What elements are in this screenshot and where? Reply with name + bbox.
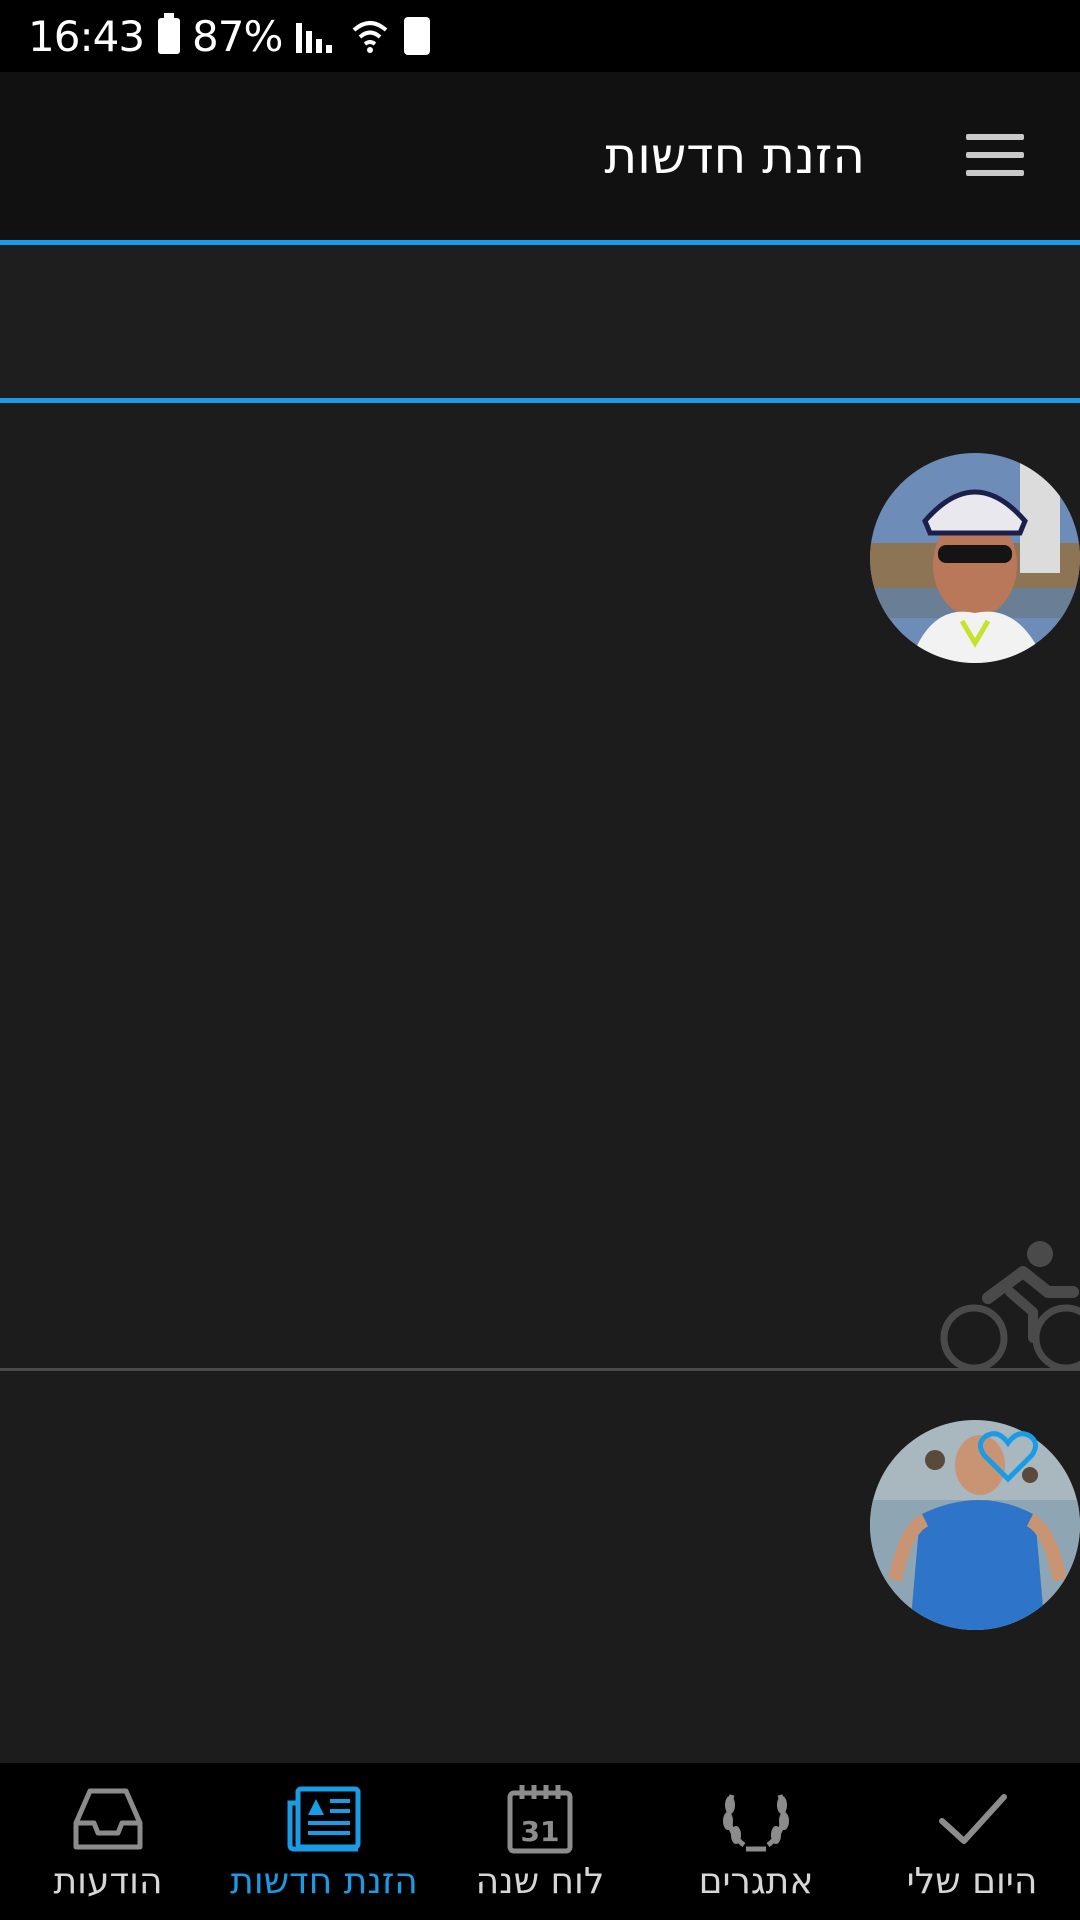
status-bar: 16:43 87% bbox=[0, 0, 1080, 72]
status-time: 16:43 bbox=[28, 11, 145, 61]
feed-item[interactable] bbox=[0, 403, 1080, 1368]
nav-calendar[interactable]: 31 לוח שנה bbox=[432, 1763, 648, 1920]
app-bar: הזנת חדשות bbox=[0, 72, 1080, 240]
man-blue-shirt-avatar bbox=[870, 1420, 1080, 1630]
nav-label: הודעות bbox=[53, 1861, 163, 1902]
nav-label: היום שלי bbox=[906, 1861, 1038, 1902]
inbox-tray-icon bbox=[73, 1788, 143, 1850]
nav-label: אתגרים bbox=[698, 1861, 814, 1902]
nav-notifications[interactable]: הודעות bbox=[0, 1763, 216, 1920]
nav-news-feed[interactable]: הזנת חדשות bbox=[216, 1763, 432, 1920]
user-avatar[interactable] bbox=[870, 453, 1080, 663]
user-avatar[interactable] bbox=[870, 1420, 1080, 1630]
battery-percent: 87% bbox=[192, 11, 283, 61]
nav-challenges[interactable]: אתגרים bbox=[648, 1763, 864, 1920]
cycling-icon bbox=[940, 1241, 1080, 1368]
page-title: הזנת חדשות bbox=[604, 127, 865, 185]
heart-icon[interactable] bbox=[978, 1431, 1038, 1483]
hamburger-menu-icon[interactable] bbox=[966, 134, 1024, 176]
cyclist-helmet-avatar bbox=[870, 453, 1080, 663]
feed-item[interactable] bbox=[0, 1371, 1080, 1763]
wifi-icon bbox=[353, 21, 388, 53]
calendar-day: 31 bbox=[521, 1815, 560, 1848]
nav-label: לוח שנה bbox=[475, 1861, 605, 1902]
feed-header-strip bbox=[0, 245, 1080, 398]
bottom-navigation: היום שלי אתגרים 31 לוח שנה הזנת חדשות הו… bbox=[0, 1763, 1080, 1920]
signal-icon bbox=[296, 19, 336, 53]
laurel-wreath-icon bbox=[723, 1794, 789, 1852]
newspaper-icon bbox=[287, 1786, 361, 1852]
battery-icon bbox=[158, 13, 181, 54]
nav-label: הזנת חדשות bbox=[230, 1861, 418, 1902]
checkmark-icon bbox=[939, 1794, 1007, 1844]
nav-my-day[interactable]: היום שלי bbox=[864, 1763, 1080, 1920]
calendar-icon: 31 bbox=[507, 1785, 573, 1854]
battery-saver-icon bbox=[404, 17, 431, 55]
